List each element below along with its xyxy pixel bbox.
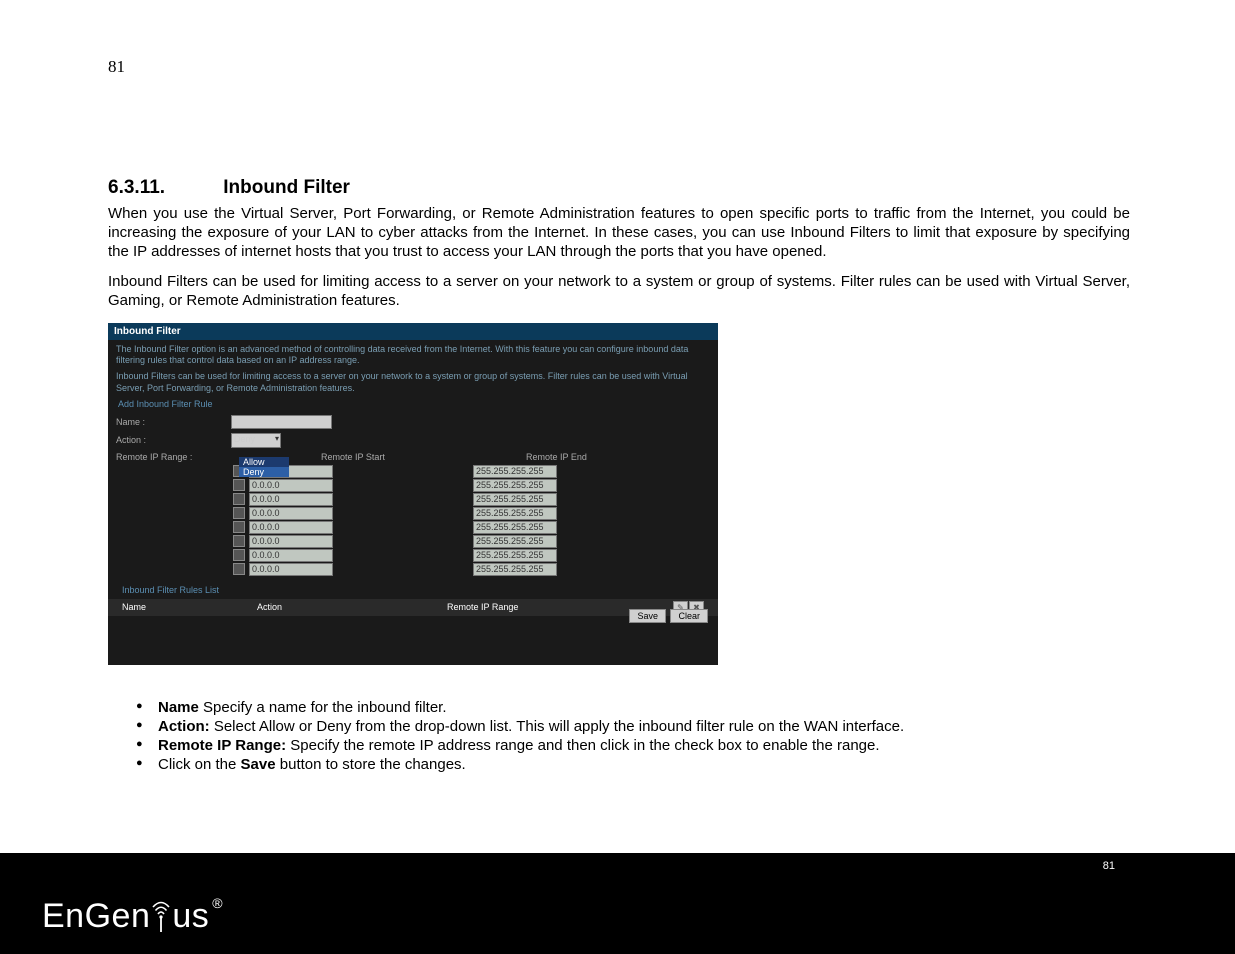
ip-range-row — [233, 535, 718, 548]
page-number-top: 81 — [108, 57, 125, 77]
ip-start-input[interactable] — [249, 507, 333, 520]
ip-start-input[interactable] — [249, 479, 333, 492]
ip-start-input[interactable] — [249, 493, 333, 506]
ip-start-header: Remote IP Start — [321, 452, 526, 462]
ip-end-input[interactable] — [473, 465, 557, 478]
name-input[interactable] — [231, 415, 332, 429]
action-select[interactable]: Deny — [231, 433, 281, 448]
ip-end-input[interactable] — [473, 563, 557, 576]
ip-start-input[interactable] — [249, 549, 333, 562]
panel-title: Inbound Filter — [108, 323, 718, 340]
bullet-save: Click on the Save button to store the ch… — [136, 756, 1130, 773]
enable-checkbox[interactable] — [233, 507, 245, 519]
bullet-name: Name Specify a name for the inbound filt… — [136, 699, 1130, 716]
ip-start-input[interactable] — [249, 521, 333, 534]
ip-end-input[interactable] — [473, 549, 557, 562]
enable-checkbox[interactable] — [233, 549, 245, 561]
ip-range-row — [233, 563, 718, 576]
action-dropdown-list[interactable]: Allow Deny — [239, 457, 289, 477]
intro-paragraph-2: Inbound Filters can be used for limiting… — [108, 273, 1130, 311]
page-footer: 81 EnGen us ® — [0, 853, 1235, 954]
add-rule-heading: Add Inbound Filter Rule — [108, 395, 718, 413]
inbound-filter-panel: Inbound Filter The Inbound Filter option… — [108, 323, 718, 671]
enable-checkbox[interactable] — [233, 479, 245, 491]
heading-number: 6.3.11. — [108, 177, 218, 199]
enable-checkbox[interactable] — [233, 493, 245, 505]
page-number-footer: 81 — [1103, 860, 1115, 872]
ip-range-row — [233, 507, 718, 520]
ip-end-input[interactable] — [473, 521, 557, 534]
ip-end-input[interactable] — [473, 479, 557, 492]
ip-start-input[interactable] — [249, 563, 333, 576]
save-button[interactable]: Save — [629, 609, 666, 623]
enable-checkbox[interactable] — [233, 521, 245, 533]
enable-checkbox[interactable] — [233, 563, 245, 575]
action-label: Action : — [116, 435, 231, 445]
rules-list-heading: Inbound Filter Rules List — [108, 577, 718, 599]
action-option-deny[interactable]: Deny — [239, 467, 289, 477]
field-description-list: Name Specify a name for the inbound filt… — [136, 699, 1130, 773]
ip-start-input[interactable] — [249, 535, 333, 548]
range-label: Remote IP Range : — [116, 452, 231, 462]
ip-range-row — [233, 493, 718, 506]
action-option-allow[interactable]: Allow — [239, 457, 289, 467]
engenius-logo: EnGen us ® — [42, 897, 223, 936]
enable-checkbox[interactable] — [233, 535, 245, 547]
wifi-icon — [151, 899, 171, 933]
section-heading: 6.3.11. Inbound Filter — [108, 177, 1130, 199]
panel-desc-1: The Inbound Filter option is an advanced… — [108, 340, 718, 368]
intro-paragraph-1: When you use the Virtual Server, Port Fo… — [108, 205, 1130, 261]
name-label: Name : — [116, 417, 231, 427]
ip-end-input[interactable] — [473, 507, 557, 520]
ip-range-row — [233, 479, 718, 492]
col-name: Name — [122, 602, 257, 612]
ip-end-input[interactable] — [473, 535, 557, 548]
bullet-remote-ip: Remote IP Range: Specify the remote IP a… — [136, 737, 1130, 754]
ip-end-input[interactable] — [473, 493, 557, 506]
registered-icon: ® — [212, 895, 223, 911]
panel-desc-2: Inbound Filters can be used for limiting… — [108, 367, 718, 395]
heading-title: Inbound Filter — [223, 177, 350, 198]
ip-range-row — [233, 465, 718, 478]
bullet-action: Action: Select Allow or Deny from the dr… — [136, 718, 1130, 735]
ip-end-header: Remote IP End — [526, 452, 587, 462]
clear-button[interactable]: Clear — [670, 609, 708, 623]
col-action: Action — [257, 602, 447, 612]
ip-range-row — [233, 549, 718, 562]
ip-range-row — [233, 521, 718, 534]
